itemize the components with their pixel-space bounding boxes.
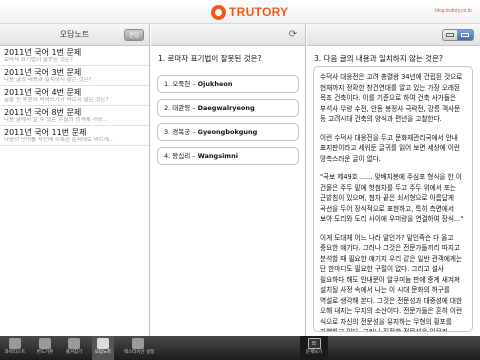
question-panel: ⟳ 1. 로마자 표기법이 잘못된 것은? 1. 오죽헌 – Ojukheon … [151,24,306,336]
passage-paragraph: "국보 제49호 ...... 맞배지붕에 주심포 형식을 한 이 건물은 주두… [320,173,464,223]
option-text: Wangsimni [197,152,238,160]
view-question-label: 문제보기 [305,350,323,355]
passage-paragraph: 이런 수덕사 대웅전을 두고 문화재관리국에서 안내 표지판이라고 세워둔 글귀… [320,133,460,163]
edit-button[interactable]: 편집 [124,29,144,41]
note-icon [97,338,109,349]
answer-option[interactable]: 2. 대관령 – Daegwalryeong [157,99,299,117]
note-item-subtitle: 다음 글의 내용과 일치하지 않는 것은? [4,77,92,83]
answer-option[interactable]: 1. 오죽헌 – Ojukheon [157,75,299,93]
question-view-icon: ≡ [307,338,321,349]
passage-paragraph: 수덕사 대웅전은 고려 충렬왕 34년에 건립된 것으로 현재까지 정확한 창건… [320,73,463,123]
answer-option[interactable]: 4. 왕십리 – Wangsimni [157,147,299,165]
tab-label: 반도기준 [36,350,54,355]
note-list-item[interactable]: 2011년 국어 8번 문제 다음 글에서 알 수 있는 수필의 성격에 가장.… [0,106,149,126]
view-question-button[interactable]: ≡ 문제보기 [300,336,328,360]
note-item-subtitle: 로마자 표기법이 잘못된 것은? [4,57,73,63]
reading-passage-panel: 3. 다음 글의 내용과 일치하지 않는 것은? 수덕사 대웅전은 고려 충렬왕… [307,24,480,336]
note-item-subtitle: 다음 글에서 알 수 있는 수필의 성격에 가장... [4,117,108,123]
tab-subject-list[interactable]: 과목리스트 [4,336,26,360]
question-text: 1. 로마자 표기법이 잘못된 것은? [158,54,262,63]
tab-favorites[interactable]: 즐겨찾기 [63,336,85,360]
passage-panel-header [307,24,480,46]
refresh-icon[interactable]: ⟳ [287,29,299,41]
tab-wrong-answer-note[interactable]: 오답노트 [92,336,114,360]
note-list-item[interactable]: 2011년 국어 3번 문제 다음 글의 내용과 일치하지 않는 것은? [0,66,149,86]
split-view-icon [461,33,469,37]
option-number: 4. 왕십리 – [164,152,196,160]
view-toggle [442,29,474,41]
note-list-item[interactable]: 2011년 국어 1번 문제 로마자 표기법이 잘못된 것은? [0,46,149,66]
note-item-title: 2011년 국어 4번 문제 [4,88,82,97]
trutory-logo: TRUTORY [211,4,288,20]
option-text: Ojukheon [197,80,233,88]
logo-mark-icon [211,4,226,20]
answer-option[interactable]: 3. 경복궁 – Gyeongbokgung [157,123,299,141]
note-item-title: 2011년 국어 11번 문제 [4,128,87,137]
note-item-title: 2011년 국어 1번 문제 [4,48,82,57]
option-text: Daegwalryeong [197,104,255,112]
wrong-answer-note-panel: 오답노트 편집 2011년 국어 1번 문제 로마자 표기법이 잘못된 것은? … [0,24,150,336]
split-view-button[interactable] [458,29,474,41]
left-panel-header: 오답노트 편집 [0,24,149,46]
bottom-tab-bar: 과목리스트 반도기준 즐겨찾기 오답노트 텍스터이선 설정 ≡ 문제보기 [0,336,480,360]
note-item-subtitle: 다음의 단어를 사전에 수록한 순서대로 바르게... [4,137,115,143]
subject-list-icon [9,338,21,349]
option-text: Gyeongbokgung [197,128,258,136]
tab-label: 즐겨찾기 [65,350,83,355]
single-view-icon [446,33,454,37]
tab-label: 오답노트 [94,350,112,355]
option-number: 3. 경복궁 – [164,128,196,136]
site-url: blog.trutory.co.kr [435,8,472,14]
passage-box[interactable]: 수덕사 대웅전은 고려 충렬왕 34년에 건립된 것으로 현재까지 정확한 창건… [313,66,473,332]
option-number: 2. 대관령 – [164,104,196,112]
note-item-title: 2011년 국어 3번 문제 [4,68,82,77]
tab-year-criteria[interactable]: 반도기준 [34,336,56,360]
star-icon [68,338,80,349]
app-header: TRUTORY blog.trutory.co.kr [0,0,480,24]
question-panel-header: ⟳ [151,24,305,46]
calendar-icon [39,338,51,349]
single-view-button[interactable] [442,29,458,41]
tab-settings[interactable]: 텍스터이선 설정 [124,336,155,360]
passage-paragraph: 이게 도대체 어느 나라 말인가? 말인즉슨 다 옳고 중요한 얘기다. 그러나… [320,233,463,332]
tab-label: 텍스터이선 설정 [124,350,155,355]
option-number: 1. 오죽헌 – [164,80,196,88]
brand-name: TRUTORY [229,5,289,19]
note-item-subtitle: 글을 친 부분의 띄어쓰기가 바르지 않은 것은? [4,97,109,103]
note-item-title: 2011년 국어 8번 문제 [4,108,82,117]
settings-icon [132,338,144,349]
note-list-item[interactable]: 2011년 국어 4번 문제 글을 친 부분의 띄어쓰기가 바르지 않은 것은? [0,86,149,106]
tab-label: 과목리스트 [4,350,26,355]
note-list-item[interactable]: 2011년 국어 11번 문제 다음의 단어를 사전에 수록한 순서대로 바르게… [0,126,149,146]
